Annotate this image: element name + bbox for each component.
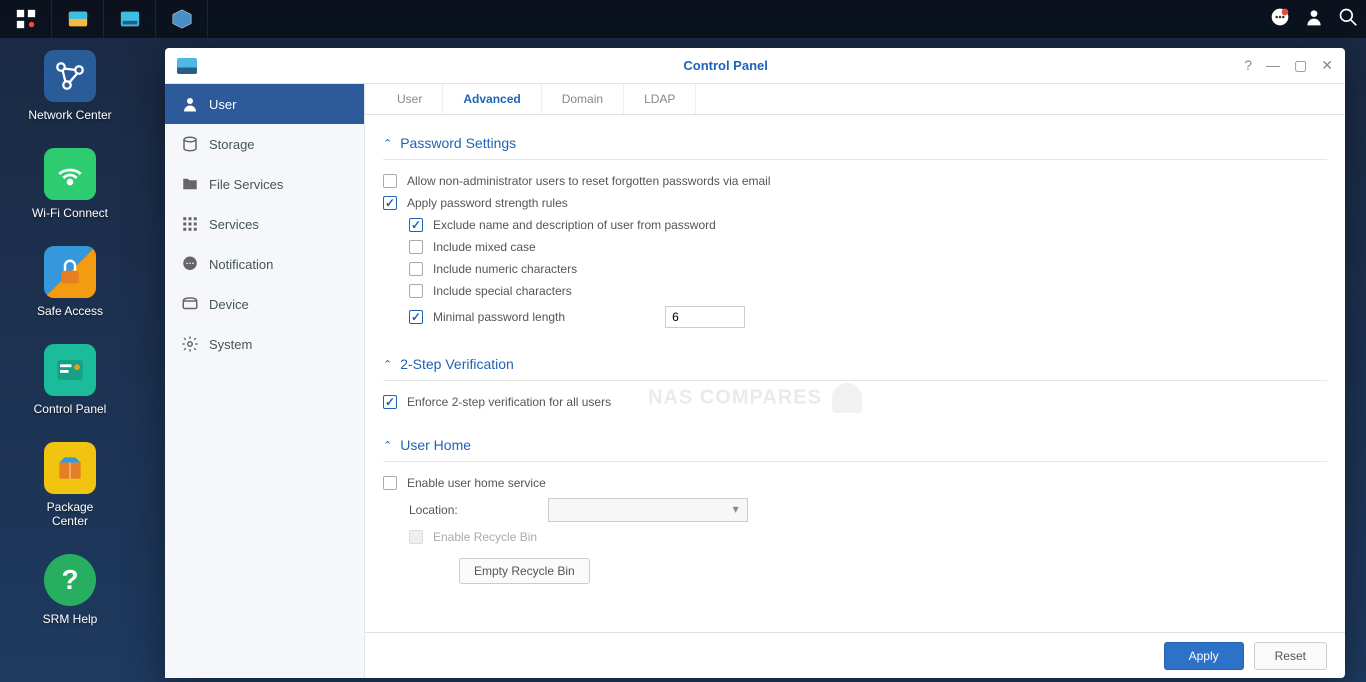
checkbox-enforce-2step[interactable] [383, 395, 397, 409]
close-icon[interactable]: ✕ [1321, 57, 1333, 74]
settings-scroll: ⌃ Password Settings Allow non-administra… [365, 115, 1345, 632]
sidebar-item-system[interactable]: System [165, 324, 364, 364]
section-password-settings[interactable]: ⌃ Password Settings [383, 127, 1327, 160]
user-icon [181, 95, 199, 113]
device-icon [181, 295, 199, 313]
taskbar [0, 0, 1366, 38]
sidebar-item-file-services[interactable]: File Services [165, 164, 364, 204]
section-user-home[interactable]: ⌃ User Home [383, 429, 1327, 462]
tab-domain[interactable]: Domain [542, 84, 624, 114]
checkbox-special[interactable] [409, 284, 423, 298]
window-titlebar: Control Panel ? — ▢ ✕ [165, 48, 1345, 84]
footer-bar: Apply Reset [365, 632, 1345, 678]
chevron-up-icon: ⌃ [383, 137, 392, 150]
notification-icon[interactable] [1270, 7, 1290, 32]
taskbar-controlpanel-icon[interactable] [104, 0, 156, 38]
content-area: User Advanced Domain LDAP ⌃ Password Set… [365, 84, 1345, 678]
taskbar-apps-icon[interactable] [0, 0, 52, 38]
checkbox-mixed-case[interactable] [409, 240, 423, 254]
checkbox-min-length[interactable] [409, 310, 423, 324]
minimize-icon[interactable]: — [1266, 57, 1280, 74]
gear-icon [181, 335, 199, 353]
button-empty-recycle[interactable]: Empty Recycle Bin [459, 558, 590, 584]
desktop-safe-access[interactable]: Safe Access [37, 246, 103, 318]
checkbox-apply-rules[interactable] [383, 196, 397, 210]
window-title: Control Panel [207, 58, 1244, 73]
desktop-package-center[interactable]: Package Center [44, 442, 96, 528]
taskbar-package-icon[interactable] [156, 0, 208, 38]
folder-icon [181, 175, 199, 193]
search-icon[interactable] [1338, 7, 1358, 32]
sidebar-item-services[interactable]: Services [165, 204, 364, 244]
sidebar-item-storage[interactable]: Storage [165, 124, 364, 164]
tabs: User Advanced Domain LDAP [365, 84, 1345, 115]
checkbox-exclude-name[interactable] [409, 218, 423, 232]
tab-advanced[interactable]: Advanced [443, 84, 541, 114]
checkbox-recycle [409, 530, 423, 544]
sidebar-item-user[interactable]: User [165, 84, 364, 124]
checkbox-numeric[interactable] [409, 262, 423, 276]
chevron-up-icon: ⌃ [383, 358, 392, 371]
sidebar-item-device[interactable]: Device [165, 284, 364, 324]
tab-ldap[interactable]: LDAP [624, 84, 696, 114]
sidebar: User Storage File Services Services Noti… [165, 84, 365, 678]
user-icon[interactable] [1304, 7, 1324, 32]
taskbar-apps [0, 0, 208, 38]
reset-button[interactable]: Reset [1254, 642, 1327, 670]
select-location[interactable] [548, 498, 748, 522]
control-panel-window: Control Panel ? — ▢ ✕ User Storage File … [165, 48, 1345, 678]
checkbox-allow-reset[interactable] [383, 174, 397, 188]
desktop-network-center[interactable]: Network Center [28, 50, 111, 122]
desktop-icons: Network Center Wi-Fi Connect Safe Access… [20, 50, 120, 626]
input-min-length[interactable] [665, 306, 745, 328]
section-two-step[interactable]: ⌃ 2-Step Verification [383, 348, 1327, 381]
checkbox-enable-home[interactable] [383, 476, 397, 490]
taskbar-filestation-icon[interactable] [52, 0, 104, 38]
desktop-control-panel[interactable]: Control Panel [34, 344, 107, 416]
maximize-icon[interactable]: ▢ [1294, 57, 1307, 74]
window-app-icon [177, 58, 197, 74]
chevron-up-icon: ⌃ [383, 439, 392, 452]
apply-button[interactable]: Apply [1164, 642, 1244, 670]
help-icon[interactable]: ? [1244, 57, 1252, 74]
window-controls: ? — ▢ ✕ [1244, 57, 1333, 74]
desktop-wifi-connect[interactable]: Wi-Fi Connect [32, 148, 108, 220]
sidebar-item-notification[interactable]: Notification [165, 244, 364, 284]
tab-user[interactable]: User [377, 84, 443, 114]
grid-icon [181, 215, 199, 233]
taskbar-right [1270, 7, 1366, 32]
storage-icon [181, 135, 199, 153]
desktop-srm-help[interactable]: ? SRM Help [43, 554, 98, 626]
chat-icon [181, 255, 199, 273]
